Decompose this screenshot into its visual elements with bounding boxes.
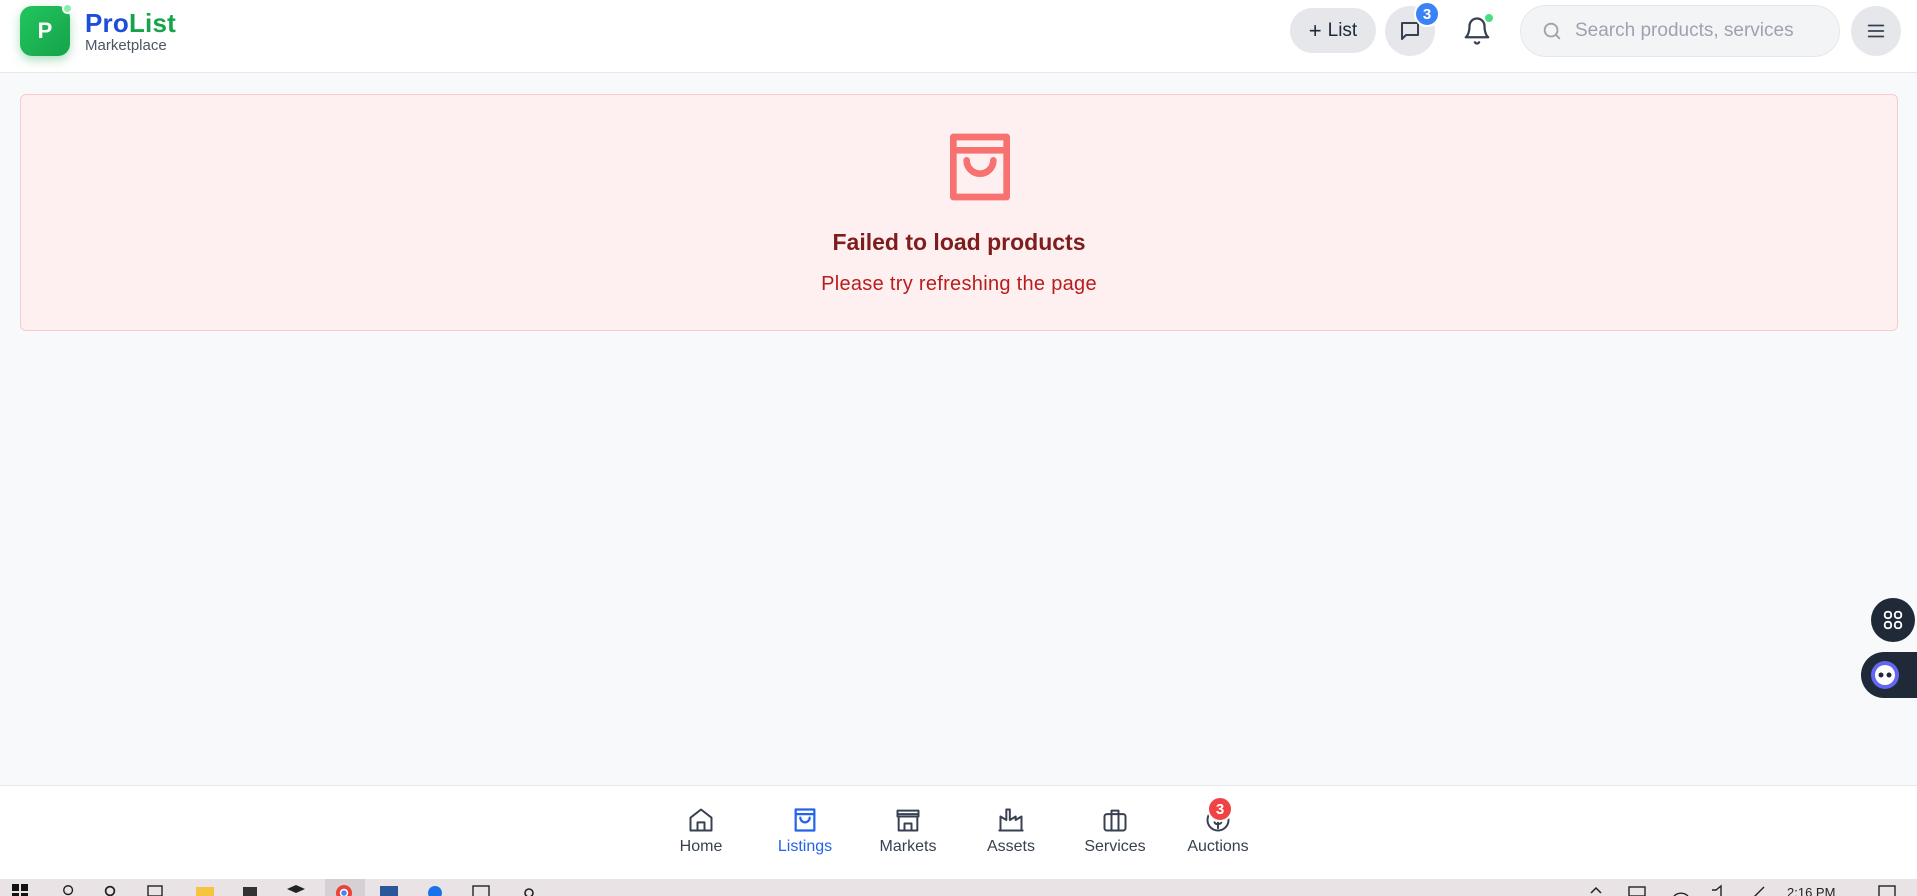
notifications-button[interactable]	[1452, 6, 1502, 56]
logo[interactable]: P	[20, 3, 73, 56]
nav-label-markets: Markets	[879, 838, 937, 855]
logo-letter: P	[37, 18, 53, 43]
os-taskbar: 2:16 PM	[0, 879, 1917, 896]
task-view-icon[interactable]	[147, 884, 163, 896]
speaker-icon[interactable]	[1710, 884, 1728, 896]
brand-name-pro: Pro	[85, 8, 129, 38]
create-listing-button[interactable]: + List	[1290, 8, 1376, 53]
auctions-count-badge: 3	[1207, 796, 1233, 822]
battery-icon[interactable]	[1628, 884, 1648, 896]
nav-label-services: Services	[1084, 838, 1146, 855]
brand-name-list: List	[128, 8, 176, 38]
bottom-navigation: Home Listings Markets Assets Services Au…	[0, 785, 1917, 879]
top-header: P ProList Marketplace + List 3	[0, 0, 1917, 73]
briefcase-icon	[1103, 809, 1127, 832]
pen-icon[interactable]	[1752, 884, 1766, 896]
nav-item-assets[interactable]: Assets	[966, 786, 1056, 880]
search-bar[interactable]	[1520, 5, 1840, 57]
settings-gear-icon[interactable]	[521, 884, 537, 896]
create-listing-label: List	[1327, 19, 1358, 41]
store-icon[interactable]	[242, 884, 258, 896]
shopping-bag-icon	[950, 133, 1010, 201]
plus-icon: +	[1308, 17, 1322, 43]
windows-start-icon[interactable]	[12, 884, 28, 896]
grid-icon	[1883, 610, 1903, 630]
brand-name[interactable]: ProList	[85, 8, 176, 39]
nav-item-markets[interactable]: Markets	[863, 786, 953, 880]
nav-label-home: Home	[679, 838, 723, 855]
file-explorer-icon[interactable]	[196, 884, 214, 896]
store-icon	[896, 809, 920, 832]
nav-label-auctions: Auctions	[1187, 838, 1249, 855]
bot-face-icon	[1871, 661, 1899, 689]
brand-subtitle: Marketplace	[85, 37, 167, 54]
hamburger-menu-icon	[1867, 24, 1885, 38]
app-icon[interactable]	[427, 884, 443, 896]
apps-grid-button[interactable]	[1871, 598, 1915, 642]
nav-item-home[interactable]: Home	[656, 786, 746, 880]
notification-center-icon[interactable]	[1878, 884, 1896, 896]
nav-item-services[interactable]: Services	[1070, 786, 1160, 880]
clock[interactable]: 2:16 PM	[1787, 885, 1835, 896]
image-viewer-icon[interactable]	[472, 884, 490, 896]
chrome-icon[interactable]	[335, 884, 353, 896]
menu-button[interactable]	[1851, 6, 1901, 56]
wifi-icon[interactable]	[1672, 884, 1690, 896]
search-icon[interactable]	[62, 884, 76, 896]
search-input[interactable]	[1575, 20, 1815, 42]
cortana-icon[interactable]	[103, 884, 117, 896]
error-title: Failed to load products	[832, 229, 1086, 255]
nav-label-assets: Assets	[986, 838, 1035, 855]
assistant-bot-button[interactable]	[1861, 652, 1917, 698]
graduation-cap-icon[interactable]	[287, 884, 305, 896]
home-icon	[689, 808, 713, 832]
messages-count-badge: 3	[1414, 1, 1440, 27]
nav-label-listings: Listings	[777, 838, 833, 855]
factory-icon	[998, 808, 1024, 832]
chevron-up-icon[interactable]	[1590, 884, 1602, 894]
search-icon	[1543, 22, 1561, 40]
error-panel: Failed to load products Please try refre…	[20, 94, 1898, 331]
notifications-indicator	[1484, 13, 1494, 23]
word-icon[interactable]	[380, 884, 398, 896]
error-subtitle: Please try refreshing the page	[821, 273, 1097, 295]
shopping-bag-icon	[794, 808, 816, 832]
nav-item-listings[interactable]: Listings	[760, 786, 850, 880]
online-indicator	[62, 3, 73, 14]
